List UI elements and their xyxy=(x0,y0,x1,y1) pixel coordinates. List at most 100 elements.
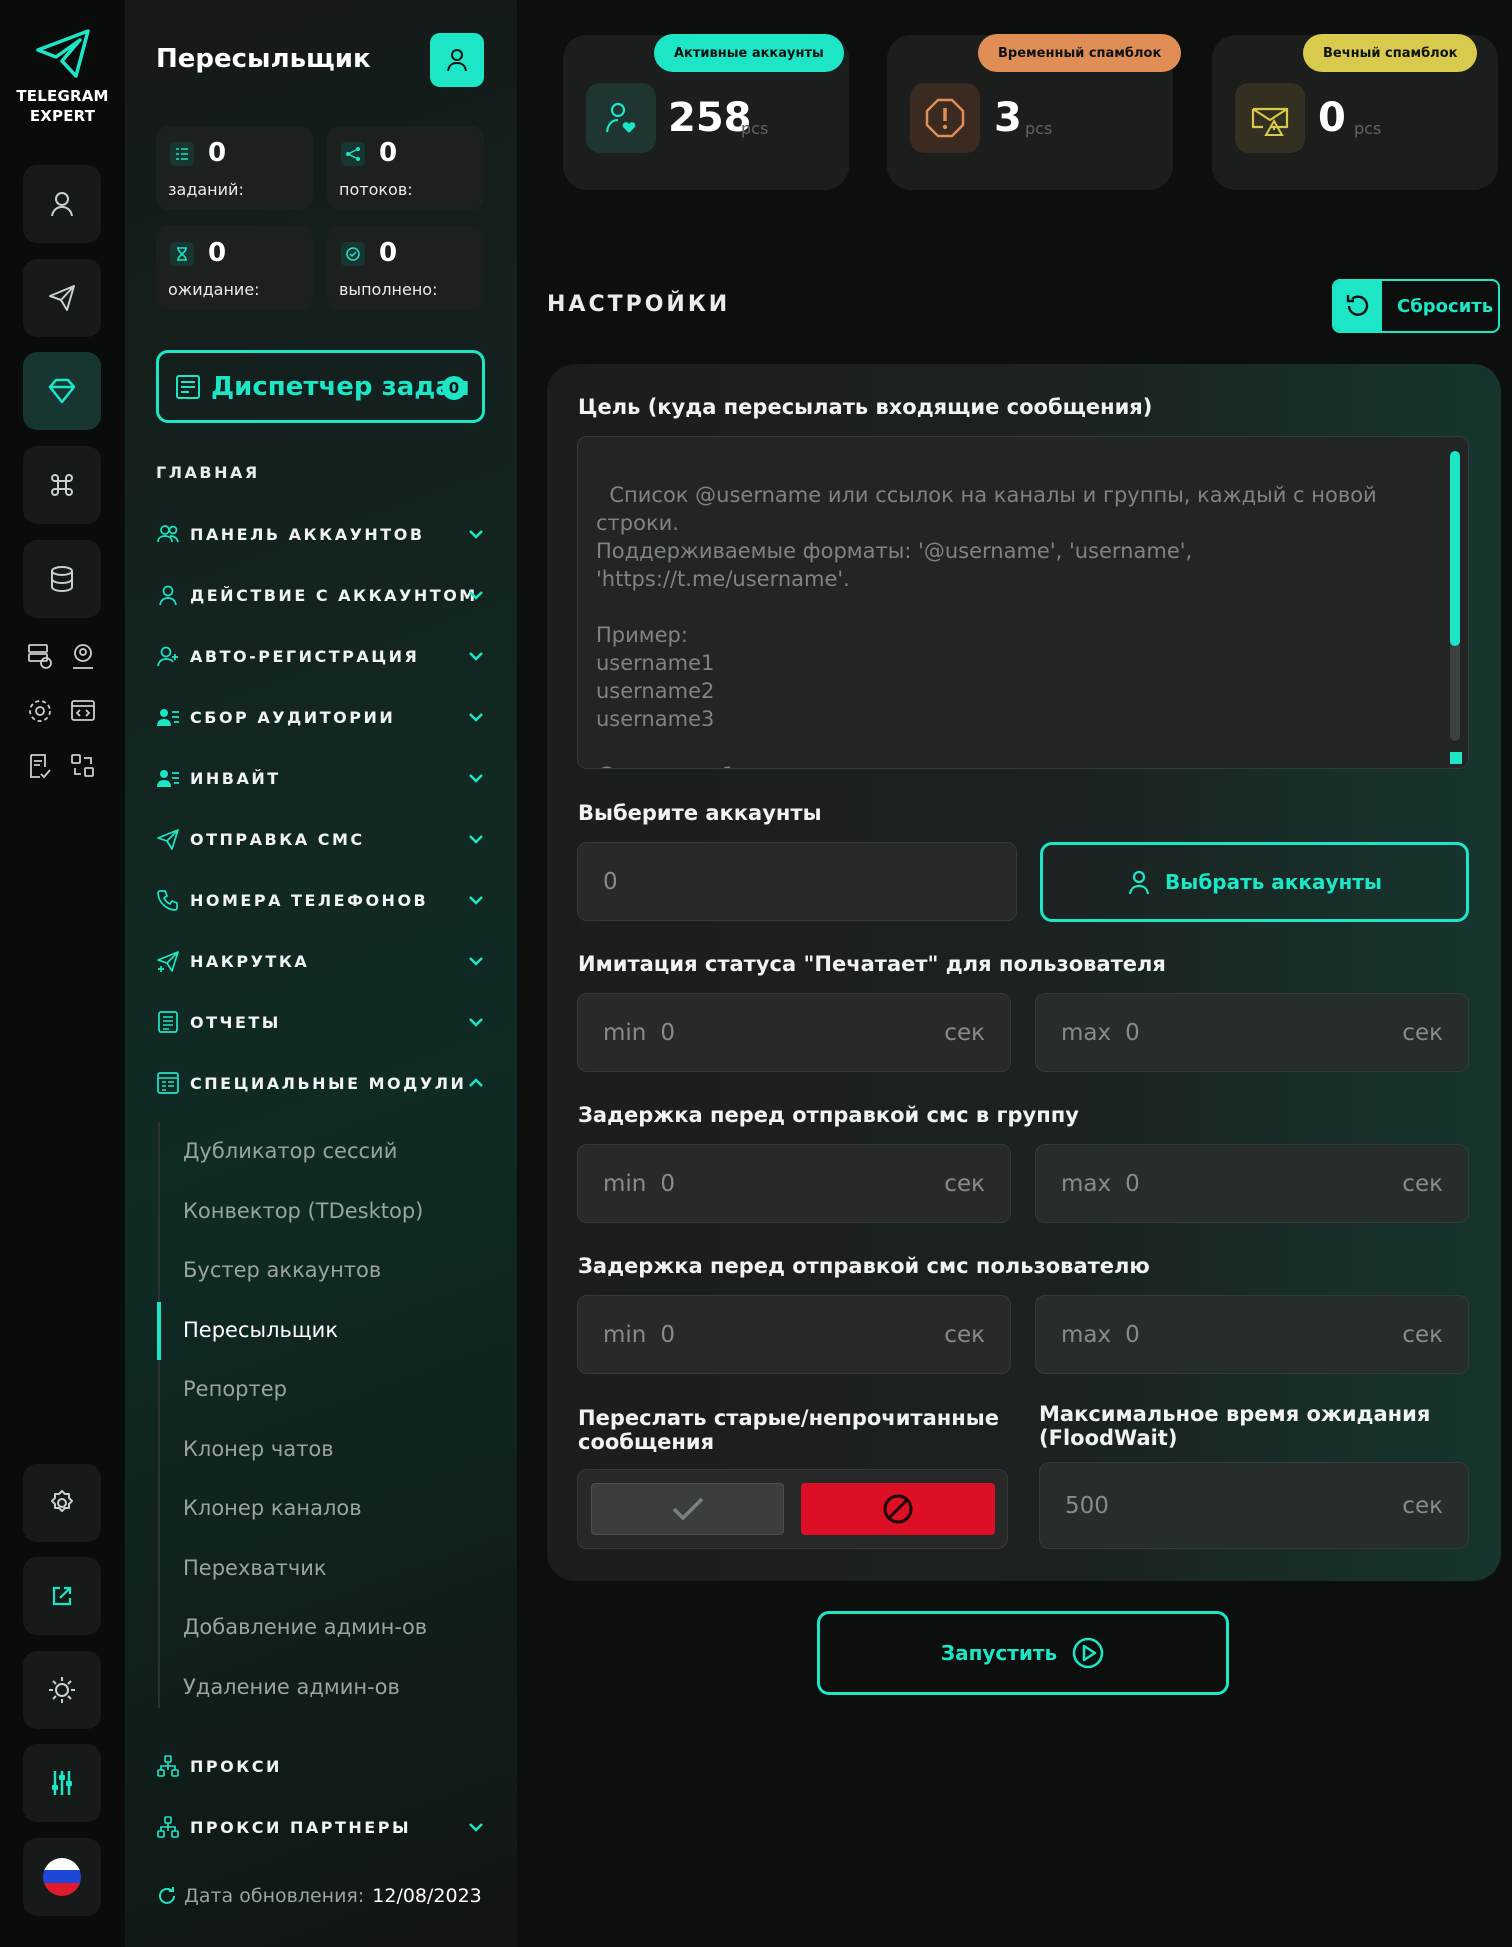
sidebar-item-3[interactable]: АВТО-РЕГИСТРАЦИЯ xyxy=(156,641,486,671)
sidebar-item-4[interactable]: СБОР АУДИТОРИИ xyxy=(156,702,486,732)
scrollbar-thumb[interactable] xyxy=(1450,451,1460,646)
sidebar-item-6[interactable]: ОТПРАВКА СМС xyxy=(156,824,486,854)
sidebar-item-5[interactable]: ИНВАЙТ xyxy=(156,763,486,793)
chevron-down-icon xyxy=(469,530,483,539)
submenu-item[interactable]: Бустер аккаунтов xyxy=(183,1258,381,1282)
dispatcher-label: Диспетчер задач xyxy=(211,371,471,402)
share-icon xyxy=(341,142,365,166)
sidebar-item-8[interactable]: НАКРУТКА xyxy=(156,946,486,976)
user-delay-min-field[interactable]: min 0 сек xyxy=(577,1295,1011,1374)
stat-value: 0 xyxy=(208,138,227,168)
sidebar-item-label: АВТО-РЕГИСТРАЦИЯ xyxy=(190,646,420,666)
rail-language-button[interactable] xyxy=(23,1838,101,1916)
rail-accounts-button[interactable] xyxy=(23,165,101,243)
user-location-icon[interactable] xyxy=(68,641,98,671)
submenu-item[interactable]: Репортер xyxy=(183,1377,287,1401)
code-window-icon[interactable] xyxy=(68,696,98,726)
toggle-yes-button[interactable] xyxy=(591,1483,784,1535)
run-button[interactable]: Запустить xyxy=(817,1611,1229,1695)
card-value: 258 xyxy=(668,95,752,141)
floodwait-label-line2: (FloodWait) xyxy=(1039,1426,1178,1450)
chevron-down-icon xyxy=(469,957,483,966)
rail-database-button[interactable] xyxy=(23,540,101,618)
rail-filters-button[interactable] xyxy=(23,1744,101,1822)
sidebar-item-7[interactable]: НОМЕРА ТЕЛЕФОНОВ xyxy=(156,885,486,915)
stat-waiting: 0 ожидание: xyxy=(156,226,313,310)
rail-theme-button[interactable] xyxy=(23,1651,101,1729)
submenu-item[interactable]: Дубликатор сессий xyxy=(183,1139,397,1163)
stat-value: 0 xyxy=(379,238,398,268)
min-prefix: min xyxy=(603,1321,647,1348)
toggle-no-button[interactable] xyxy=(801,1483,995,1535)
choose-accounts-button[interactable]: Выбрать аккаунты xyxy=(1040,842,1469,922)
sidebar-item-9[interactable]: ОТЧЕТЫ xyxy=(156,1007,486,1037)
forbidden-icon xyxy=(883,1494,913,1524)
settings-gear-icon[interactable] xyxy=(25,696,55,726)
sidebar-item-proxy-partners[interactable]: ПРОКСИ ПАРТНЕРЫ xyxy=(156,1812,486,1842)
submenu-item[interactable]: Добавление админ-ов xyxy=(183,1615,427,1639)
sun-moon-icon xyxy=(49,1677,75,1703)
sidebar-item-1[interactable]: ПАНЕЛЬ АККАУНТОВ xyxy=(156,519,486,549)
stat-label: потоков: xyxy=(339,180,413,199)
sidebar-item-10[interactable]: СПЕЦИАЛЬНЫЕ МОДУЛИ xyxy=(156,1068,486,1098)
rail-external-link-button[interactable] xyxy=(23,1557,101,1635)
group-delay-max-field[interactable]: max 0 сек xyxy=(1035,1144,1469,1223)
submenu-item[interactable]: Клонер каналов xyxy=(183,1496,362,1520)
task-dispatcher-button[interactable]: Диспетчер задач 0 xyxy=(156,350,485,423)
rail-settings-button[interactable] xyxy=(23,1464,101,1542)
card-pill: Временный спамблок xyxy=(978,34,1182,72)
stat-label: заданий: xyxy=(168,180,244,199)
logo-text-2: EXPERT xyxy=(29,107,96,125)
sidebar-item-proxy[interactable]: ПРОКСИ xyxy=(156,1751,486,1781)
user-icon xyxy=(1128,870,1150,895)
floodwait-label-line1: Максимальное время ожидания xyxy=(1039,1402,1431,1426)
check-circle-icon xyxy=(341,242,365,266)
reset-button[interactable]: Сбросить xyxy=(1332,279,1500,333)
group-delay-min-field[interactable]: min 0 сек xyxy=(577,1144,1011,1223)
typing-min-field[interactable]: min 0 сек xyxy=(577,993,1011,1072)
profile-button[interactable] xyxy=(430,33,484,87)
card-unit: pcs xyxy=(741,119,769,138)
floodwait-field[interactable]: 500 сек xyxy=(1039,1462,1469,1549)
rail-premium-button[interactable] xyxy=(23,352,101,430)
submenu-item[interactable]: Пересыльщик xyxy=(183,1318,338,1342)
submenu-item[interactable]: Конвектор (TDesktop) xyxy=(183,1199,423,1223)
forward-old-label: Переслать старые/непрочитанные сообщения xyxy=(578,1406,999,1454)
min-value: 0 xyxy=(660,1019,676,1046)
card-temp-spamblock: Временный спамблок 3 pcs xyxy=(887,34,1182,190)
chevron-down-icon xyxy=(469,1823,483,1832)
document-check-icon[interactable] xyxy=(25,751,55,781)
chevron-down-icon xyxy=(469,652,483,661)
user-delay-max-field[interactable]: max 0 сек xyxy=(1035,1295,1469,1374)
rail-command-button[interactable] xyxy=(23,446,101,524)
sidebar-item-2[interactable]: ДЕЙСТВИЕ С АККАУНТОМ xyxy=(156,580,486,610)
convert-icon[interactable] xyxy=(68,751,98,781)
server-check-icon[interactable] xyxy=(25,641,55,671)
min-prefix: min xyxy=(603,1019,647,1046)
target-textarea[interactable]: Список @username или ссылок на каналы и … xyxy=(577,436,1469,769)
accounts-count-field[interactable]: 0 xyxy=(577,842,1017,921)
typing-max-field[interactable]: max 0 сек xyxy=(1035,993,1469,1072)
page-title: Пересыльщик xyxy=(156,44,371,74)
send-icon xyxy=(49,285,75,311)
network-icon xyxy=(156,1815,180,1839)
users-icon xyxy=(156,522,180,546)
command-icon xyxy=(51,474,73,496)
card-unit: pcs xyxy=(1354,119,1382,138)
run-label: Запустить xyxy=(940,1641,1058,1665)
logo-text-1: TELEGRAM xyxy=(16,87,109,105)
stat-done: 0 выполнено: xyxy=(327,226,484,310)
card-value: 0 xyxy=(1318,95,1346,141)
sidebar-item-label: ДЕЙСТВИЕ С АККАУНТОМ xyxy=(190,585,478,605)
submenu-item[interactable]: Клонер чатов xyxy=(183,1437,334,1461)
submenu-item[interactable]: Удаление админ-ов xyxy=(183,1675,400,1699)
user-list-icon xyxy=(156,705,180,729)
target-label: Цель (куда пересылать входящие сообщения… xyxy=(578,395,1153,419)
rail-send-button[interactable] xyxy=(23,259,101,337)
submenu-item[interactable]: Перехватчик xyxy=(183,1556,327,1580)
resize-grip[interactable] xyxy=(1450,752,1462,764)
update-label: Дата обновления: xyxy=(184,1885,365,1907)
sidebar-item-label: СПЕЦИАЛЬНЫЕ МОДУЛИ xyxy=(190,1073,467,1093)
user-icon xyxy=(156,583,180,607)
chevron-down-icon xyxy=(469,591,483,600)
